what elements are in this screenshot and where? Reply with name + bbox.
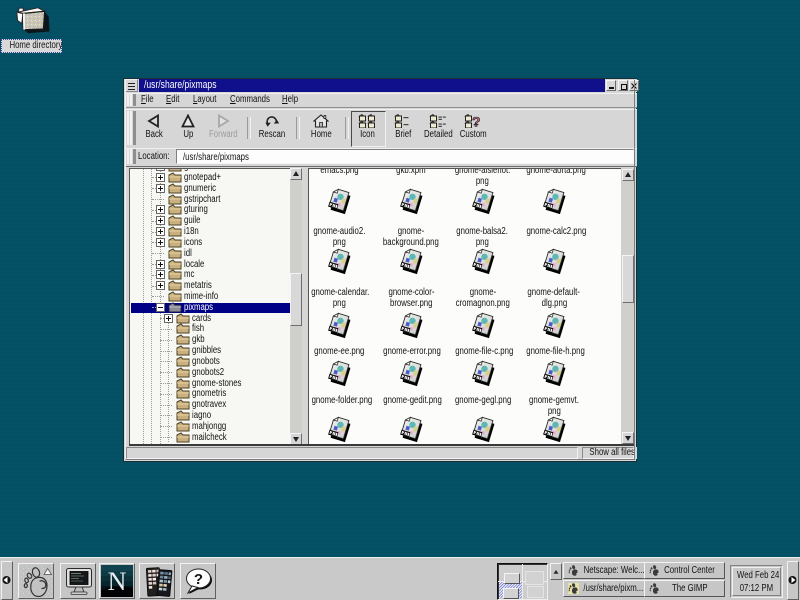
svg-text:?: ? <box>194 571 203 588</box>
svg-text:N: N <box>108 567 127 596</box>
svg-text:?: ? <box>472 114 481 128</box>
